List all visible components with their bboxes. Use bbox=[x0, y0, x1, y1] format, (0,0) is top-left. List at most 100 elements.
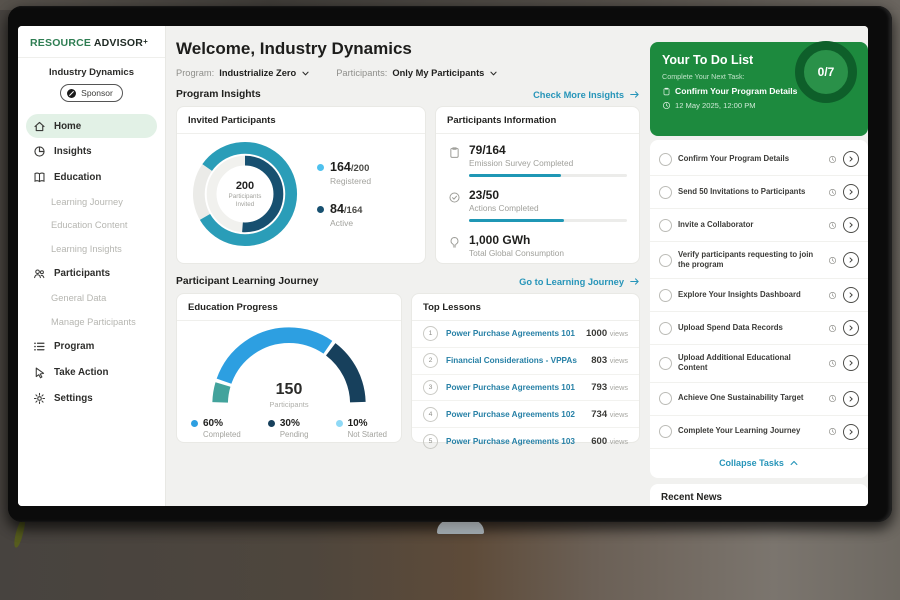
task-label: Explore Your Insights Dashboard bbox=[678, 290, 822, 300]
task-open-button[interactable] bbox=[843, 217, 859, 233]
collapse-tasks-link[interactable]: Collapse Tasks bbox=[650, 449, 868, 474]
clock-icon bbox=[828, 256, 837, 265]
legend-dot bbox=[191, 420, 198, 427]
todo-task-row[interactable]: Achieve One Sustainability Target bbox=[650, 383, 868, 416]
legend-dot bbox=[268, 420, 275, 427]
sidebar-item-label: Settings bbox=[54, 393, 93, 404]
sidebar-item-label: Participants bbox=[54, 268, 110, 279]
gauge-legend-item: 10%Not Started bbox=[336, 418, 387, 439]
lesson-link[interactable]: Power Purchase Agreements 103 bbox=[446, 437, 591, 446]
lesson-views: 734 views bbox=[591, 409, 628, 420]
todo-task-row[interactable]: Upload Additional Educational Content bbox=[650, 345, 868, 382]
participants-dropdown[interactable]: Participants: Only My Participants bbox=[336, 68, 498, 78]
logo-resource: RESOURCE bbox=[30, 37, 91, 49]
sidebar-item-program[interactable]: Program bbox=[18, 334, 165, 360]
todo-task-row[interactable]: Invite a Collaborator bbox=[650, 209, 868, 242]
sidebar-subitem-education-content[interactable]: Education Content bbox=[18, 214, 165, 238]
task-label: Invite a Collaborator bbox=[678, 220, 822, 230]
task-checkbox[interactable] bbox=[659, 219, 672, 232]
todo-task-row[interactable]: Verify participants requesting to join t… bbox=[650, 242, 868, 279]
todo-task-row[interactable]: Send 50 Invitations to Participants bbox=[650, 176, 868, 209]
task-checkbox[interactable] bbox=[659, 153, 672, 166]
monitor-stand bbox=[437, 520, 484, 534]
task-open-button[interactable] bbox=[843, 252, 859, 268]
todo-task-row[interactable]: Explore Your Insights Dashboard bbox=[650, 279, 868, 312]
todo-task-row[interactable]: Upload Spend Data Records bbox=[650, 312, 868, 345]
legend-label: Pending bbox=[280, 430, 309, 439]
lesson-views: 1000 views bbox=[586, 328, 628, 339]
task-open-button[interactable] bbox=[843, 151, 859, 167]
task-checkbox[interactable] bbox=[659, 392, 672, 405]
task-checkbox[interactable] bbox=[659, 186, 672, 199]
clock-icon bbox=[828, 291, 837, 300]
sidebar-menu: HomeInsights Education Learning JourneyEdu… bbox=[18, 112, 165, 414]
progress-bar bbox=[469, 219, 627, 223]
lesson-link[interactable]: Power Purchase Agreements 101 bbox=[446, 329, 586, 338]
scene: RESOURCE ADVISOR+ Industry Dynamics Spon… bbox=[0, 0, 900, 600]
task-checkbox[interactable] bbox=[659, 322, 672, 335]
lesson-link[interactable]: Power Purchase Agreements 102 bbox=[446, 410, 591, 419]
clipboard-icon bbox=[448, 146, 461, 159]
task-label: Achieve One Sustainability Target bbox=[678, 393, 822, 403]
go-to-learning-journey-link[interactable]: Go to Learning Journey bbox=[519, 276, 640, 287]
task-checkbox[interactable] bbox=[659, 425, 672, 438]
sidebar-subitem-learning-insights[interactable]: Learning Insights bbox=[18, 237, 165, 261]
task-open-button[interactable] bbox=[843, 424, 859, 440]
card-title: Education Progress bbox=[177, 294, 401, 321]
lesson-row: 3 Power Purchase Agreements 101793 views bbox=[412, 374, 639, 401]
todo-task-row[interactable]: Complete Your Learning Journey bbox=[650, 416, 868, 449]
home-icon bbox=[33, 120, 46, 133]
plant-leaf bbox=[12, 518, 26, 549]
task-label: Upload Spend Data Records bbox=[678, 323, 822, 333]
legend-label: Active bbox=[330, 218, 371, 228]
donut-center-value: 200 bbox=[236, 180, 254, 192]
chevron-up-icon bbox=[789, 458, 799, 468]
legend-label: Completed bbox=[203, 430, 241, 439]
org-name: Industry Dynamics bbox=[18, 67, 165, 78]
sidebar-item-education[interactable]: Education bbox=[18, 164, 165, 190]
sidebar-item-insights[interactable]: Insights bbox=[18, 138, 165, 164]
task-open-button[interactable] bbox=[843, 391, 859, 407]
sidebar-item-home[interactable]: Home bbox=[26, 114, 157, 138]
task-checkbox[interactable] bbox=[659, 254, 672, 267]
sidebar-item-take-action[interactable]: Take Action bbox=[18, 360, 165, 386]
lesson-rank: 3 bbox=[423, 380, 438, 395]
invited-donut-chart: 200 Participants Invited bbox=[191, 140, 299, 248]
task-label: Verify participants requesting to join t… bbox=[678, 250, 822, 270]
task-open-button[interactable] bbox=[843, 355, 859, 371]
sidebar-item-participants[interactable]: Participants bbox=[18, 261, 165, 287]
sidebar-item-settings[interactable]: Settings bbox=[18, 386, 165, 412]
clock-icon bbox=[828, 359, 837, 368]
lesson-link[interactable]: Power Purchase Agreements 101 bbox=[446, 383, 591, 392]
card-title: Participants Information bbox=[436, 107, 639, 134]
arrow-right-icon bbox=[629, 89, 640, 100]
todo-tasks-card: Confirm Your Program DetailsSend 50 Invi… bbox=[650, 140, 868, 478]
task-open-button[interactable] bbox=[843, 287, 859, 303]
recent-news-title: Recent News bbox=[650, 484, 868, 506]
todo-next-task: Confirm Your Program Details bbox=[675, 86, 797, 96]
task-checkbox[interactable] bbox=[659, 357, 672, 370]
lesson-link[interactable]: Financial Considerations - VPPAs bbox=[446, 356, 591, 365]
gauge-center-value: 150 bbox=[207, 381, 371, 399]
task-open-button[interactable] bbox=[843, 184, 859, 200]
info-value: 79/164 bbox=[469, 143, 627, 157]
program-dropdown[interactable]: Program: Industrialize Zero bbox=[176, 68, 310, 78]
sidebar-subitem-general-data[interactable]: General Data bbox=[18, 287, 165, 311]
todo-task-row[interactable]: Confirm Your Program Details bbox=[650, 143, 868, 176]
lesson-rank: 4 bbox=[423, 407, 438, 422]
settings-icon bbox=[33, 392, 46, 405]
lesson-views: 793 views bbox=[591, 382, 628, 393]
check-more-insights-link[interactable]: Check More Insights bbox=[533, 89, 640, 100]
dashboard-screen: RESOURCE ADVISOR+ Industry Dynamics Spon… bbox=[18, 26, 868, 506]
task-open-button[interactable] bbox=[843, 320, 859, 336]
sidebar-subitem-manage-participants[interactable]: Manage Participants bbox=[18, 310, 165, 334]
legend-value: 164/200 bbox=[330, 160, 369, 174]
sidebar-subitem-learning-journey[interactable]: Learning Journey bbox=[18, 190, 165, 214]
arrow-right-icon bbox=[629, 276, 640, 287]
lesson-views: 600 views bbox=[591, 436, 628, 447]
task-checkbox[interactable] bbox=[659, 289, 672, 302]
participants-value: Only My Participants bbox=[392, 68, 484, 78]
learning-journey-heading: Participant Learning Journey bbox=[176, 276, 318, 287]
sidebar-item-label: Education bbox=[54, 172, 101, 183]
top-lessons-card: Top Lessons 1Power Purchase Agreements 1… bbox=[411, 293, 640, 443]
